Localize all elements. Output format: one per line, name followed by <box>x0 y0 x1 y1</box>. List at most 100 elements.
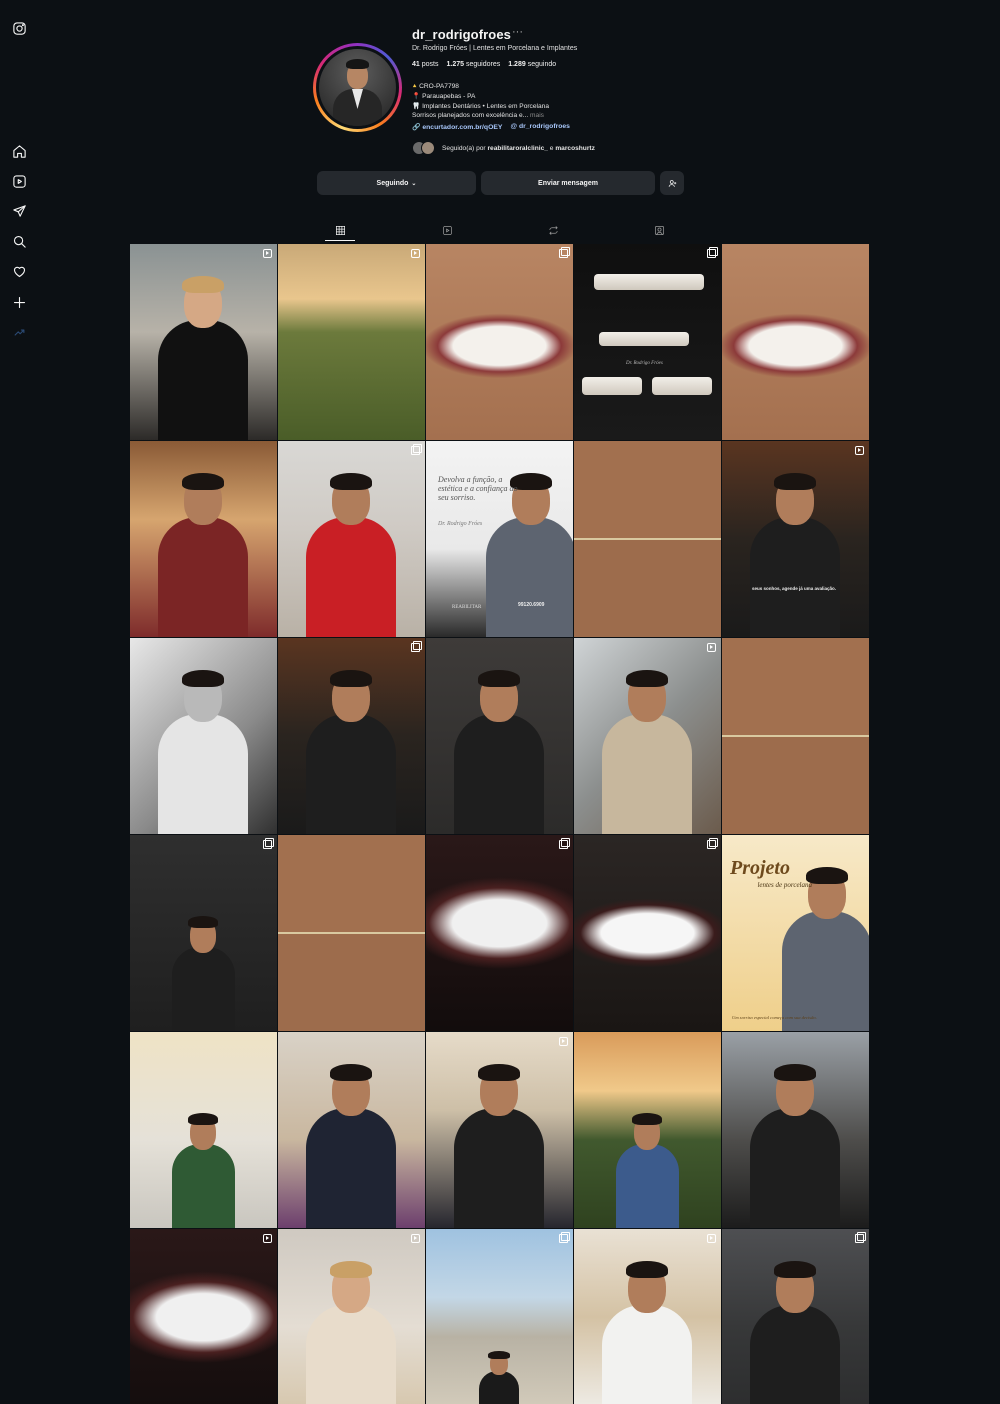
plus-icon[interactable] <box>11 294 27 310</box>
bio-more-link[interactable]: mais <box>530 112 544 119</box>
tab-posts[interactable] <box>320 218 360 242</box>
link-icon: 🔗 <box>412 124 421 131</box>
carousel-badge-icon <box>411 444 422 455</box>
person-body <box>750 1305 840 1404</box>
post-thumbnail[interactable] <box>278 1032 425 1228</box>
person-body <box>171 947 235 1031</box>
person-body <box>750 517 840 637</box>
post-caption-text: Devolva a função, a estética e a confian… <box>438 475 518 502</box>
reel-badge-icon <box>411 1234 420 1243</box>
profile-avatar-ring[interactable] <box>313 43 402 132</box>
tab-tagged[interactable] <box>639 218 679 242</box>
followed-by-user-2[interactable]: marcoshurtz <box>555 145 595 152</box>
person-hair <box>806 867 848 884</box>
person-hair <box>626 670 668 687</box>
post-thumbnail[interactable] <box>278 835 425 1031</box>
post-thumbnail[interactable] <box>426 244 573 440</box>
search-icon[interactable] <box>11 233 27 249</box>
post-caption-subtext: lentes de porcelana <box>757 881 812 889</box>
followed-by-user-1[interactable]: reabilitaroralclinic_ <box>487 145 547 152</box>
post-thumbnail[interactable] <box>574 1032 721 1228</box>
carousel-badge-icon <box>559 838 570 849</box>
profile-links: 🔗 encurtador.com.br/qOEY @ dr_rodrigofro… <box>412 123 570 131</box>
post-thumbnail[interactable] <box>426 835 573 1031</box>
reposts-icon <box>548 225 558 235</box>
post-thumbnail[interactable] <box>722 244 869 440</box>
send-message-button[interactable]: Enviar mensagem <box>481 171 655 195</box>
external-link[interactable]: 🔗 encurtador.com.br/qOEY <box>412 123 502 131</box>
post-thumbnail[interactable] <box>130 1229 277 1404</box>
chevron-down-icon: ⌄ <box>411 180 417 187</box>
post-thumbnail[interactable] <box>130 441 277 637</box>
profile-fullname: Dr. Rodrigo Fróes | Lentes em Porcelana … <box>412 45 578 52</box>
followed-by-and: e <box>549 144 554 152</box>
tab-reposts[interactable] <box>533 218 573 242</box>
post-thumbnail[interactable] <box>574 1229 721 1404</box>
post-thumbnail[interactable]: seus sonhos, agende já uma avaliação. <box>722 441 869 637</box>
person-body <box>454 714 544 834</box>
bio-tagline: Sorrisos planejados com excelência e... <box>412 112 529 120</box>
post-thumbnail[interactable]: Devolva a função, a estética e a confian… <box>426 441 573 637</box>
reel-badge-icon <box>707 1234 716 1243</box>
profile-tabs <box>130 218 869 242</box>
carousel-badge-icon <box>559 1232 570 1243</box>
reels-tab-icon <box>442 225 452 235</box>
post-thumbnail[interactable] <box>722 638 869 834</box>
post-caption-footer: Um sorriso especial começa com sua decis… <box>732 1015 817 1020</box>
post-thumbnail[interactable]: Dr. Rodrigo Fróes <box>574 244 721 440</box>
person-body <box>486 517 573 637</box>
bio-location: Parauapebas - PA <box>422 92 476 100</box>
threads-icon: @ <box>510 123 518 130</box>
location-pin-icon: 📍 <box>412 92 421 100</box>
person-body <box>602 714 692 834</box>
threads-handle: dr_rodrigofroes <box>518 123 570 130</box>
post-thumbnail[interactable] <box>574 835 721 1031</box>
post-thumbnail[interactable] <box>130 638 277 834</box>
following-count: 1.289 <box>508 61 526 68</box>
post-thumbnail[interactable] <box>426 1229 573 1404</box>
home-icon[interactable] <box>11 143 27 159</box>
person-body <box>171 1144 235 1228</box>
threads-link[interactable]: @ dr_rodrigofroes <box>510 123 570 131</box>
following-stat[interactable]: 1.289 seguindo <box>508 61 556 68</box>
person-hair <box>488 1351 510 1359</box>
followed-by[interactable]: Seguido(a) por reabilitaroralclinic_ e m… <box>412 139 595 157</box>
person-body <box>782 911 869 1031</box>
person-hair <box>187 1113 219 1125</box>
instagram-logo-icon[interactable] <box>11 20 27 36</box>
veneer-model <box>652 377 712 395</box>
following-button[interactable]: Seguindo ⌄ <box>317 171 476 195</box>
post-thumbnail[interactable] <box>278 638 425 834</box>
post-caption-phone: 99120.6909 <box>518 602 545 608</box>
post-thumbnail[interactable] <box>278 244 425 440</box>
post-thumbnail[interactable] <box>130 1032 277 1228</box>
veneer-model <box>582 377 642 395</box>
post-thumbnail[interactable] <box>130 244 277 440</box>
threads-link-icon[interactable] <box>11 324 27 340</box>
followers-stat[interactable]: 1.275 seguidores <box>446 61 500 68</box>
person-body <box>615 1144 679 1228</box>
direct-send-icon[interactable] <box>11 203 27 219</box>
suggest-user-button[interactable] <box>660 171 684 195</box>
post-thumbnail[interactable] <box>278 441 425 637</box>
tooth-icon: 🦷 <box>412 102 421 110</box>
post-thumbnail[interactable] <box>722 1032 869 1228</box>
reels-icon[interactable] <box>11 173 27 189</box>
person-hair <box>631 1113 663 1125</box>
followers-label: seguidores <box>465 61 501 68</box>
post-thumbnail[interactable] <box>574 441 721 637</box>
post-thumbnail[interactable] <box>278 1229 425 1404</box>
person-body <box>306 517 396 637</box>
heart-icon[interactable] <box>11 263 27 279</box>
post-thumbnail[interactable] <box>426 1032 573 1228</box>
post-caption-subtext: Dr. Rodrigo Fróes <box>438 521 483 527</box>
post-thumbnail[interactable]: Projeto lentes de porcelana Um sorriso esp… <box>722 835 869 1031</box>
post-thumbnail[interactable] <box>426 638 573 834</box>
bio-line: 🦷 Implantes Dentários • Lentes em Porcel… <box>412 102 549 112</box>
tab-reels[interactable] <box>427 218 467 242</box>
options-more-icon[interactable]: ··· <box>512 26 523 38</box>
post-thumbnail[interactable] <box>130 835 277 1031</box>
following-button-label: Seguindo <box>376 179 409 187</box>
post-thumbnail[interactable] <box>722 1229 869 1404</box>
post-thumbnail[interactable] <box>574 638 721 834</box>
